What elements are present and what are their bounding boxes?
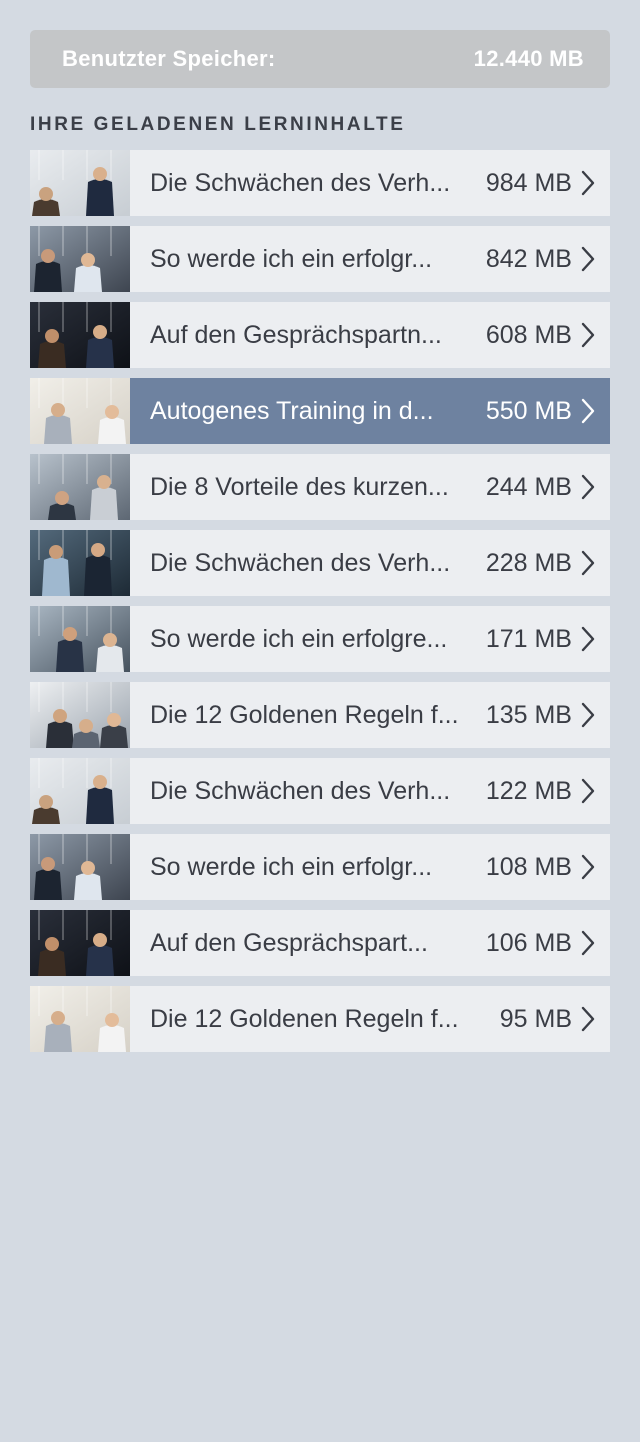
chevron-right-icon [580,758,610,824]
storage-label: Benutzter Speicher: [62,46,276,71]
content-size: 95 MB [499,1005,572,1033]
content-size: 171 MB [485,625,572,653]
content-size: 244 MB [485,473,572,501]
chevron-right-icon [580,834,610,900]
content-size: 135 MB [485,701,572,729]
content-thumbnail [30,378,130,444]
content-title: So werde ich ein erfolgre... [150,625,448,653]
content-title: So werde ich ein erfolgr... [150,853,433,881]
content-size: 122 MB [485,777,572,805]
content-thumbnail [30,758,130,824]
content-thumbnail [30,454,130,520]
storage-summary-bar: Benutzter Speicher: 12.440 MB [30,30,610,88]
list-item[interactable]: Autogenes Training in d... 550 MB [30,378,610,444]
content-thumbnail [30,682,130,748]
list-item[interactable]: Die 12 Goldenen Regeln f... 135 MB [30,682,610,748]
content-thumbnail [30,606,130,672]
content-thumbnail [30,150,130,216]
content-thumbnail [30,530,130,596]
content-thumbnail [30,226,130,292]
content-thumbnail [30,986,130,1052]
chevron-right-icon [580,682,610,748]
content-size: 550 MB [485,397,572,425]
content-title: Autogenes Training in d... [150,397,434,425]
content-thumbnail [30,910,130,976]
content-size: 608 MB [485,321,572,349]
content-title: Die 8 Vorteile des kurzen... [150,473,449,501]
content-title: Die Schwächen des Verh... [150,549,451,577]
section-title: IHRE GELADENEN LERNINHALTE [30,114,406,135]
content-thumbnail [30,834,130,900]
content-list: Die Schwächen des Verh... 984 MB So werde … [30,150,610,1062]
content-title: Die 12 Goldenen Regeln f... [150,1005,459,1033]
content-thumbnail [30,302,130,368]
content-title: So werde ich ein erfolgr... [150,245,433,273]
chevron-right-icon [580,606,610,672]
content-size: 228 MB [485,549,572,577]
content-title: Die 12 Goldenen Regeln f... [150,701,459,729]
list-item[interactable]: Die Schwächen des Verh... 984 MB [30,150,610,216]
content-size: 842 MB [485,245,572,273]
content-title: Die Schwächen des Verh... [150,169,451,197]
chevron-right-icon [580,150,610,216]
content-size: 984 MB [485,169,572,197]
chevron-right-icon [580,910,610,976]
chevron-right-icon [580,378,610,444]
chevron-right-icon [580,454,610,520]
list-item[interactable]: Die Schwächen des Verh... 122 MB [30,758,610,824]
list-item[interactable]: Auf den Gesprächspartn... 608 MB [30,302,610,368]
list-item[interactable]: Die 12 Goldenen Regeln f... 95 MB [30,986,610,1052]
chevron-right-icon [580,986,610,1052]
chevron-right-icon [580,302,610,368]
storage-value: 12.440 MB [473,46,584,71]
list-item[interactable]: So werde ich ein erfolgr... 842 MB [30,226,610,292]
content-title: Die Schwächen des Verh... [150,777,451,805]
content-title: Auf den Gesprächspartn... [150,321,442,349]
chevron-right-icon [580,226,610,292]
content-title: Auf den Gesprächspart... [150,929,428,957]
content-size: 106 MB [485,929,572,957]
list-item[interactable]: Die 8 Vorteile des kurzen... 244 MB [30,454,610,520]
list-item[interactable]: So werde ich ein erfolgre... 171 MB [30,606,610,672]
list-item[interactable]: Auf den Gesprächspart... 106 MB [30,910,610,976]
list-item[interactable]: So werde ich ein erfolgr... 108 MB [30,834,610,900]
chevron-right-icon [580,530,610,596]
content-size: 108 MB [485,853,572,881]
list-item[interactable]: Die Schwächen des Verh... 228 MB [30,530,610,596]
